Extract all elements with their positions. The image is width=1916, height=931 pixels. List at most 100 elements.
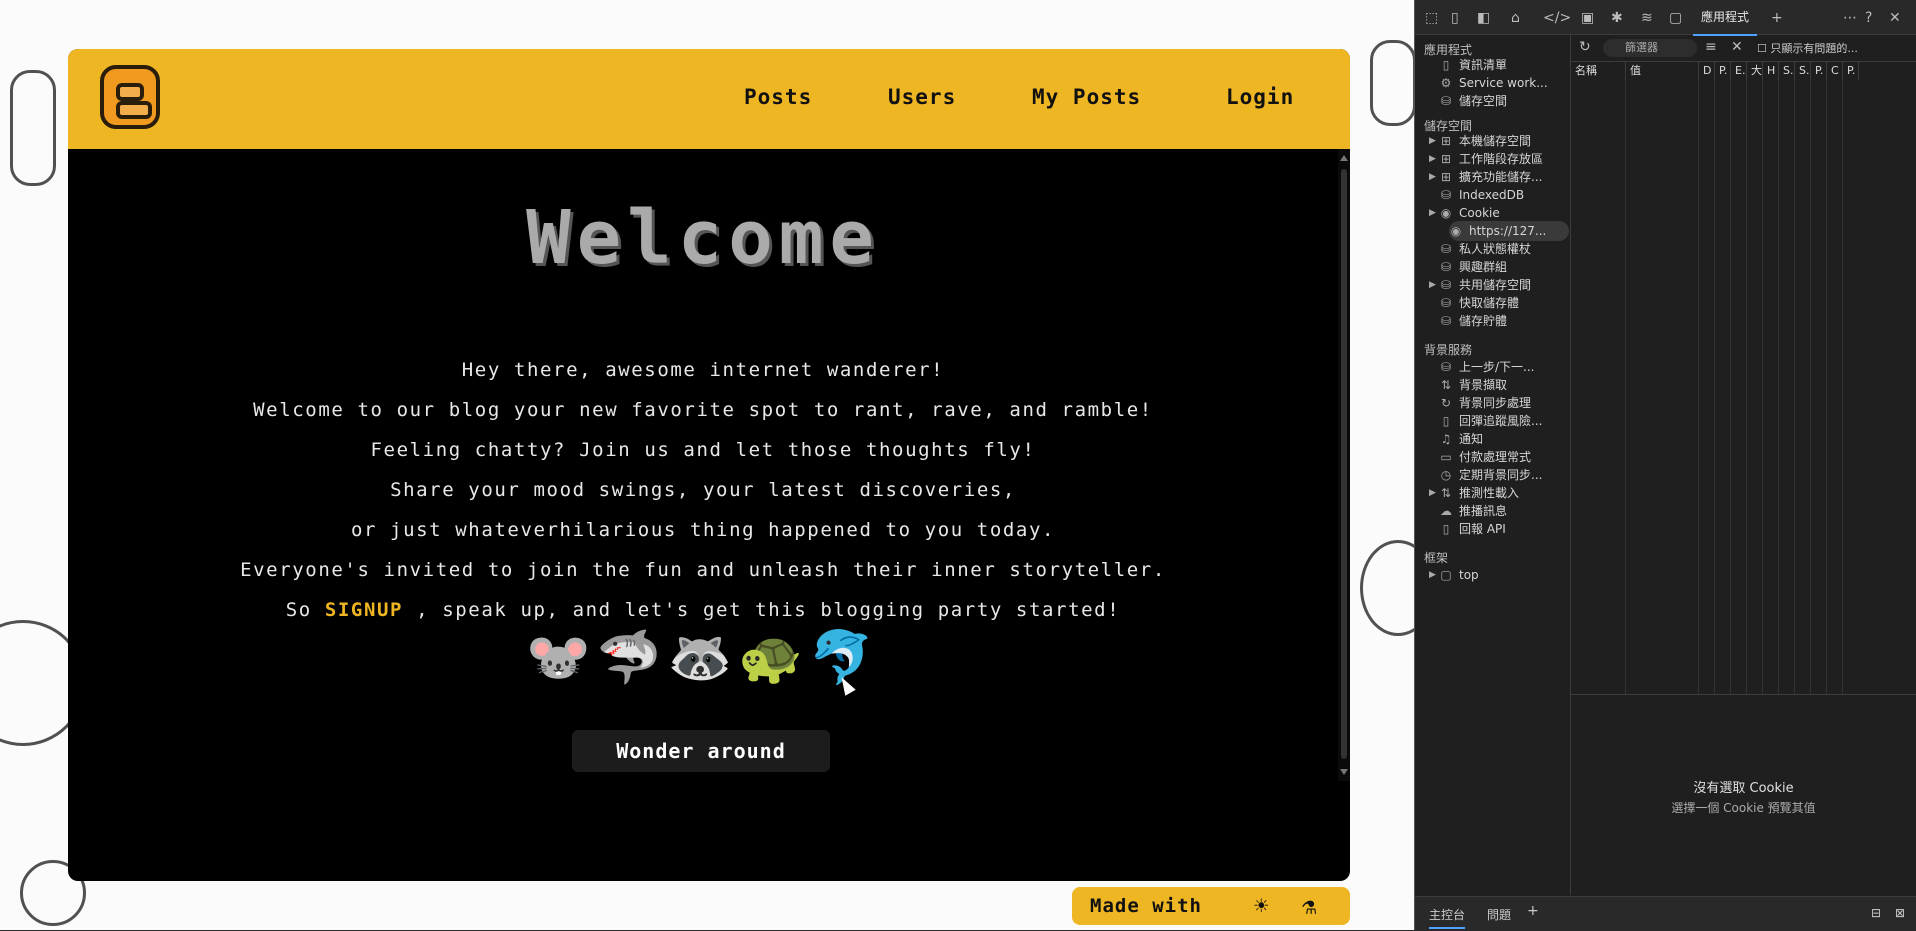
expand-arrow-icon[interactable]: ▶ bbox=[1429, 208, 1436, 218]
sidebar-item-manifest[interactable]: ▯ 資訊清單 bbox=[1439, 55, 1569, 75]
column-header-samesite[interactable]: S. bbox=[1795, 62, 1811, 80]
scroll-down-icon[interactable] bbox=[1340, 769, 1348, 775]
nav-my-posts[interactable]: My Posts bbox=[1032, 85, 1141, 109]
grid-icon: ⊞ bbox=[1440, 152, 1452, 166]
hero-line-6: Everyone's invited to join the fun and u… bbox=[240, 559, 1166, 581]
sidebar-item-indexeddb[interactable]: ⛁ IndexedDB bbox=[1439, 185, 1569, 205]
expand-arrow-icon[interactable]: ▶ bbox=[1429, 172, 1436, 182]
column-header-expires[interactable]: E. bbox=[1731, 62, 1747, 80]
sidebar-item-reporting-api[interactable]: ▯ 回報 API bbox=[1439, 519, 1569, 539]
expand-arrow-icon[interactable]: ▶ bbox=[1429, 570, 1436, 580]
column-header-httponly[interactable]: H bbox=[1763, 62, 1779, 80]
column-header-value[interactable]: 值 bbox=[1626, 62, 1699, 80]
sync-icon: ↻ bbox=[1440, 396, 1452, 410]
devtools-toolbar: ⬚ ▯ ◧ ⌂ </> ▣ ✱ ≋ ▢ 應用程式 + ⋯ ? ✕ bbox=[1415, 0, 1916, 36]
sidebar-item-speculative-loads[interactable]: ⇅ 推測性載入 bbox=[1439, 483, 1569, 503]
device-toggle-icon[interactable]: ▯ bbox=[1451, 10, 1459, 26]
doodle-decoration bbox=[1360, 540, 1414, 636]
sidebar-item-service-worker[interactable]: ⚙ Service work... bbox=[1439, 73, 1569, 93]
sidebar-item-background-fetch[interactable]: ⇅ 背景擷取 bbox=[1439, 375, 1569, 395]
nav-login[interactable]: Login bbox=[1226, 85, 1294, 109]
tab-application[interactable]: 應用程式 bbox=[1693, 0, 1758, 36]
database-icon: ⛁ bbox=[1440, 314, 1452, 328]
sidebar-item-storage-buckets[interactable]: ⛁ 儲存貯體 bbox=[1439, 311, 1569, 331]
window-icon: ▢ bbox=[1440, 568, 1452, 582]
sidebar-item-background-sync[interactable]: ↻ 背景同步處理 bbox=[1439, 393, 1569, 413]
bell-icon: ♫ bbox=[1440, 432, 1452, 446]
add-tab-icon[interactable]: + bbox=[1771, 10, 1783, 26]
scrollbar[interactable] bbox=[1338, 149, 1350, 781]
delete-selected-icon[interactable]: ✕ bbox=[1731, 39, 1743, 55]
expand-arrow-icon[interactable]: ▶ bbox=[1429, 488, 1436, 498]
bug-icon[interactable]: ✱ bbox=[1611, 10, 1623, 26]
sidebar-item-cookie[interactable]: ◉ Cookie bbox=[1439, 203, 1569, 223]
filter-input[interactable]: 篩選器 bbox=[1603, 39, 1697, 57]
undock-drawer-icon[interactable]: ⊟ bbox=[1871, 906, 1881, 920]
sidebar-item-private-state-tokens[interactable]: ⛁ 私人狀態權杖 bbox=[1439, 239, 1569, 259]
wonder-around-button[interactable]: Wonder around bbox=[572, 730, 830, 772]
refresh-icon[interactable]: ↻ bbox=[1579, 39, 1591, 55]
sidebar-item-notifications[interactable]: ♫ 通知 bbox=[1439, 429, 1569, 449]
sidebar-item-local-storage[interactable]: ⊞ 本機儲存空間 bbox=[1439, 131, 1569, 151]
column-header-size[interactable]: 大 bbox=[1747, 62, 1763, 80]
hero-line-5: or just whateverhilarious thing happened… bbox=[350, 519, 1056, 541]
scroll-up-icon[interactable] bbox=[1340, 155, 1348, 161]
sidebar-item-periodic-sync[interactable]: ◷ 定期背景同步... bbox=[1439, 465, 1569, 485]
updown-arrows-icon: ⇅ bbox=[1440, 378, 1452, 392]
made-with-badge: Made with ☀ ⚗ bbox=[1072, 887, 1350, 925]
close-drawer-icon[interactable]: ⊠ bbox=[1895, 906, 1905, 920]
sidebar-item-frame-top[interactable]: ▢ top bbox=[1439, 565, 1569, 585]
dock-icon[interactable]: ◧ bbox=[1477, 10, 1490, 26]
database-icon: ⛁ bbox=[1440, 360, 1452, 374]
column-divider bbox=[1842, 80, 1843, 694]
nav-users[interactable]: Users bbox=[888, 85, 956, 109]
close-icon[interactable]: ✕ bbox=[1889, 10, 1901, 26]
blogger-logo-icon[interactable] bbox=[100, 65, 160, 129]
only-show-issues-checkbox[interactable]: ☐ 只顯示有問題的... bbox=[1757, 40, 1858, 56]
wifi-icon[interactable]: ≋ bbox=[1641, 10, 1653, 26]
blog-site: Posts Users My Posts Login Welcome Hey t… bbox=[68, 49, 1350, 881]
animal-emoji-row: 🐭🦈🦝🐢🐬 bbox=[526, 628, 880, 688]
nav-posts[interactable]: Posts bbox=[744, 85, 812, 109]
sidebar-item-shared-storage[interactable]: ⛁ 共用儲存空間 bbox=[1439, 275, 1569, 295]
database-icon: ⛁ bbox=[1440, 242, 1452, 256]
cloud-icon: ☁ bbox=[1440, 504, 1452, 518]
column-header-path[interactable]: P. bbox=[1715, 62, 1731, 80]
sidebar-item-bfcache[interactable]: ⛁ 上一步/下一... bbox=[1439, 357, 1569, 377]
expand-arrow-icon[interactable]: ▶ bbox=[1429, 136, 1436, 146]
cookie-icon: ◉ bbox=[1450, 224, 1462, 238]
drawer-tab-issues[interactable]: 問題 bbox=[1487, 906, 1511, 923]
add-drawer-tab-icon[interactable]: + bbox=[1527, 903, 1539, 919]
inspect-icon[interactable]: ⬚ bbox=[1425, 10, 1438, 26]
sidebar-item-bounce-tracking[interactable]: ▯ 回彈追蹤風險... bbox=[1439, 411, 1569, 431]
column-header-domain[interactable]: D bbox=[1699, 62, 1715, 80]
sidebar-item-cache-storage[interactable]: ⛁ 快取儲存體 bbox=[1439, 293, 1569, 313]
sidebar-item-payment-handler[interactable]: ▭ 付款處理常式 bbox=[1439, 447, 1569, 467]
column-header-name[interactable]: 名稱 bbox=[1571, 62, 1626, 80]
column-header-crosssite[interactable]: C bbox=[1827, 62, 1843, 80]
expand-arrow-icon[interactable]: ▶ bbox=[1429, 280, 1436, 290]
more-icon[interactable]: ⋯ bbox=[1843, 10, 1857, 26]
home-icon[interactable]: ⌂ bbox=[1511, 10, 1520, 26]
clear-filtered-icon[interactable]: ≡ bbox=[1705, 39, 1717, 55]
drawer-tab-console[interactable]: 主控台 bbox=[1429, 906, 1466, 929]
scroll-thumb[interactable] bbox=[1341, 169, 1347, 759]
sidebar-item-session-storage[interactable]: ⊞ 工作階段存放區 bbox=[1439, 149, 1569, 169]
sidebar-item-storage[interactable]: ⛁ 儲存空間 bbox=[1439, 91, 1569, 111]
sidebar-item-extension-storage[interactable]: ⊞ 擴充功能儲存... bbox=[1439, 167, 1569, 187]
column-header-priority[interactable]: P. bbox=[1843, 62, 1859, 80]
elements-icon[interactable]: </> bbox=[1543, 10, 1571, 26]
sidebar-item-interest-groups[interactable]: ⛁ 興趣群組 bbox=[1439, 257, 1569, 277]
expand-arrow-icon[interactable]: ▶ bbox=[1429, 154, 1436, 164]
sidebar-item-push-messaging[interactable]: ☁ 推播訊息 bbox=[1439, 501, 1569, 521]
help-icon[interactable]: ? bbox=[1865, 10, 1872, 26]
column-header-secure[interactable]: S. bbox=[1779, 62, 1795, 80]
console-icon[interactable]: ▣ bbox=[1581, 10, 1594, 26]
column-header-partition[interactable]: P. bbox=[1811, 62, 1827, 80]
sidebar-item-cookie-origin[interactable]: ◉ https://127... bbox=[1449, 221, 1569, 241]
file-icon: ▯ bbox=[1442, 414, 1450, 428]
hero-line-7: So SIGNUP , speak up, and let's get this… bbox=[68, 599, 1338, 621]
signup-link[interactable]: SIGNUP bbox=[325, 599, 403, 621]
card-icon: ▭ bbox=[1440, 450, 1452, 464]
file-icon: ▯ bbox=[1442, 522, 1450, 536]
